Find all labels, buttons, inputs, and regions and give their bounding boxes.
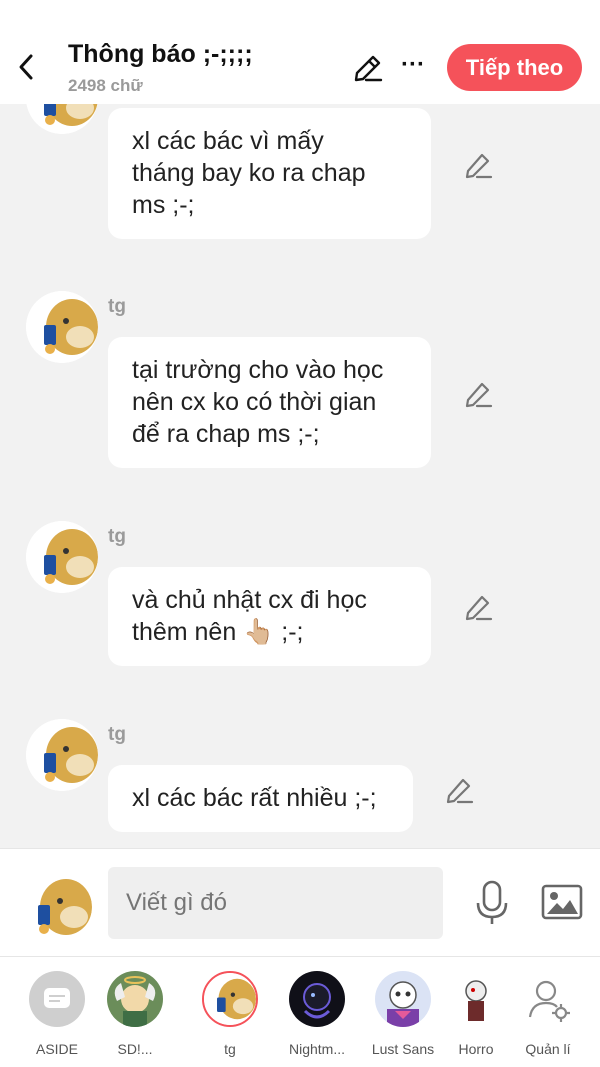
character-bar: ASIDE SD!... tg Nightm... Lust Sans Horr…	[0, 956, 600, 1067]
character-name: SD!...	[117, 1041, 153, 1057]
manage-characters[interactable]: Quản lí	[508, 971, 588, 1057]
microphone-icon[interactable]	[472, 879, 512, 927]
message-bubble[interactable]: xl các bác rất nhiều ;-;	[108, 765, 413, 832]
doge-avatar-icon	[26, 719, 98, 791]
word-count: 2498 chữ	[68, 76, 143, 95]
character-name: Lust Sans	[371, 1041, 435, 1057]
avatar[interactable]	[26, 719, 98, 791]
message-line: tại trường cho vào học	[132, 356, 384, 384]
message-bubble[interactable]: xl các bác vì mấy tháng bay ko ra chap m…	[108, 108, 431, 239]
aside-icon	[29, 971, 85, 1027]
message-bubble[interactable]: và chủ nhật cx đi học thêm nên 👆🏼 ;-;	[108, 567, 431, 666]
more-options-icon[interactable]: ···	[398, 50, 428, 82]
doge-avatar-icon	[20, 871, 92, 943]
message-line: xl các bác vì mấy	[132, 127, 324, 155]
character-tg[interactable]: tg	[190, 971, 270, 1057]
character-avatar	[202, 971, 258, 1027]
message-line: và chủ nhật cx đi học	[132, 586, 367, 614]
character-name: Horro	[458, 1041, 494, 1057]
avatar[interactable]	[26, 521, 98, 593]
message-author: tg	[108, 724, 126, 745]
edit-message-icon[interactable]	[444, 776, 474, 806]
message-line: tháng bay ko ra chap	[132, 159, 366, 187]
character-avatar	[375, 971, 431, 1027]
character-sd[interactable]: SD!...	[95, 971, 175, 1057]
character-lust-sans[interactable]: Lust Sans	[363, 971, 443, 1057]
back-arrow-icon[interactable]	[14, 50, 40, 84]
message-author: tg	[108, 526, 126, 547]
character-name: Nightm...	[288, 1041, 345, 1057]
message-line: nên cx ko có thời gian	[132, 388, 377, 416]
next-button[interactable]: Tiếp theo	[447, 44, 582, 91]
edit-message-icon[interactable]	[463, 593, 493, 623]
character-aside[interactable]: ASIDE	[17, 971, 97, 1057]
character-avatar	[107, 971, 163, 1027]
character-nightmare[interactable]: Nightm...	[277, 971, 357, 1057]
message-input[interactable]	[108, 867, 443, 939]
page-title: Thông báo ;-;;;;	[68, 40, 253, 68]
character-avatar	[448, 971, 504, 1027]
current-speaker-avatar[interactable]	[20, 871, 92, 943]
message-line: ms ;-;	[132, 191, 195, 219]
image-icon[interactable]	[541, 883, 583, 921]
character-avatar	[289, 971, 345, 1027]
message-composer	[0, 848, 600, 956]
doge-avatar-icon	[26, 291, 98, 363]
character-name: ASIDE	[35, 1041, 78, 1057]
message-bubble[interactable]: tại trường cho vào học nên cx ko có thời…	[108, 337, 431, 468]
message-line: xl các bác rất nhiều ;-;	[132, 784, 377, 812]
character-horro[interactable]: Horro	[436, 971, 516, 1057]
doge-avatar-icon	[26, 521, 98, 593]
edit-message-icon[interactable]	[463, 380, 493, 410]
manage-user-icon	[520, 971, 576, 1027]
edit-title-icon[interactable]	[352, 52, 384, 84]
message-author: tg	[108, 296, 126, 317]
avatar[interactable]	[26, 291, 98, 363]
character-name: Quản lí	[525, 1041, 571, 1057]
top-bar: Thông báo ;-;;;; 2498 chữ ··· Tiếp theo	[0, 0, 600, 104]
message-line: thêm nên 👆🏼 ;-;	[132, 618, 304, 646]
character-name: tg	[224, 1041, 236, 1057]
message-line: để ra chap ms ;-;	[132, 420, 320, 448]
edit-message-icon[interactable]	[463, 151, 493, 181]
